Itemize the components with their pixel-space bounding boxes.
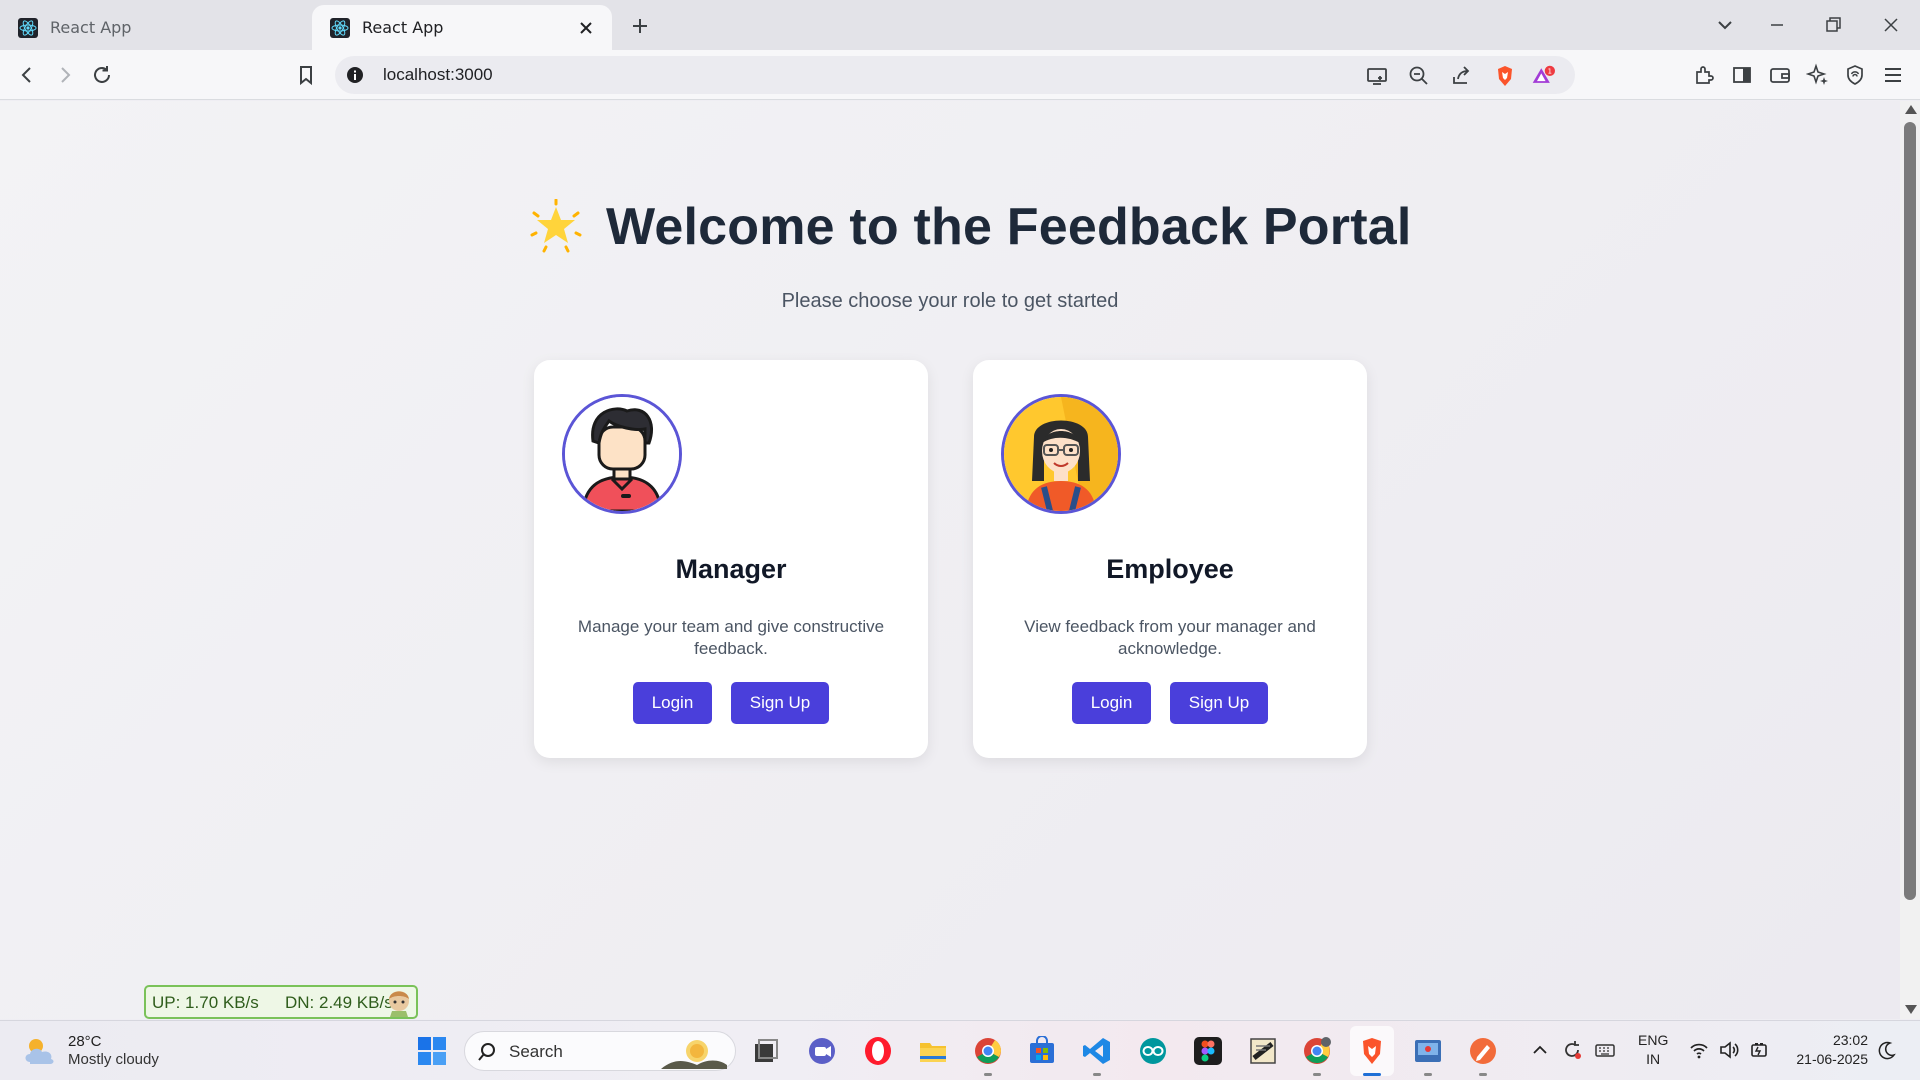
download-speed: DN: 2.49 KB/s <box>285 993 393 1012</box>
close-window-icon[interactable] <box>1880 14 1902 36</box>
certificate-app-icon[interactable] <box>1247 1035 1279 1067</box>
chrome-profile-icon[interactable] <box>1301 1035 1333 1067</box>
close-tab-icon[interactable] <box>576 18 596 38</box>
mascot-icon <box>382 987 416 1017</box>
share-icon[interactable] <box>1449 64 1473 88</box>
taskbar: 28°C Mostly cloudy Search ENG IN 23:02 2… <box>0 1020 1920 1080</box>
clock-date: 21-06-2025 <box>1796 1051 1868 1067</box>
net-speed-widget[interactable]: UP: 1.70 KB/s DN: 2.49 KB/s <box>144 985 418 1019</box>
tab-title: React App <box>362 18 444 37</box>
tab-title: React App <box>50 18 132 37</box>
running-indicator <box>1479 1073 1487 1076</box>
bookmark-icon[interactable] <box>294 63 318 87</box>
keyboard-icon[interactable] <box>1594 1039 1616 1061</box>
figma-icon[interactable] <box>1192 1035 1224 1067</box>
scrollbar-thumb[interactable] <box>1904 122 1916 900</box>
url-text[interactable]: localhost:3000 <box>383 65 493 85</box>
show-hidden-icons-chevron-icon[interactable] <box>1529 1039 1551 1061</box>
battery-icon[interactable] <box>1748 1039 1770 1061</box>
weather-widget[interactable]: 28°C Mostly cloudy <box>22 1033 159 1069</box>
store-icon[interactable] <box>1026 1035 1058 1067</box>
system-clock[interactable]: 23:02 21-06-2025 <box>1786 1031 1868 1069</box>
leo-ai-icon[interactable] <box>1806 63 1830 87</box>
browser-toolbar: localhost:3000 1 <box>0 50 1920 100</box>
extensions-icon[interactable] <box>1692 63 1716 87</box>
volume-icon[interactable] <box>1718 1039 1740 1061</box>
running-indicator <box>1093 1073 1101 1076</box>
running-indicator <box>1424 1073 1432 1076</box>
active-indicator <box>1363 1073 1381 1076</box>
search-icon <box>477 1042 497 1062</box>
brave-icon[interactable] <box>1350 1026 1394 1076</box>
tab-react-app-1[interactable]: React App <box>0 5 308 50</box>
zoom-out-icon[interactable] <box>1407 64 1431 88</box>
employee-description: View feedback from your manager and ackn… <box>1024 617 1316 658</box>
search-placeholder: Search <box>509 1042 563 1061</box>
brave-shields-icon[interactable] <box>1493 64 1517 88</box>
glowing-star-icon <box>528 199 584 255</box>
sketch-app-icon[interactable] <box>1467 1035 1499 1067</box>
language-code: ENG <box>1638 1032 1669 1048</box>
new-tab-icon[interactable] <box>628 14 652 38</box>
file-explorer-icon[interactable] <box>917 1035 949 1067</box>
wifi-icon[interactable] <box>1688 1039 1710 1061</box>
scroll-up-arrow-icon[interactable] <box>1905 105 1917 114</box>
search-highlight-icon <box>657 1035 727 1069</box>
employee-card: Employee View feedback from your manager… <box>973 360 1367 758</box>
wallet-icon[interactable] <box>1768 63 1792 87</box>
minimize-icon[interactable] <box>1766 14 1788 36</box>
forward-icon[interactable] <box>53 63 77 87</box>
task-view-icon[interactable] <box>750 1035 782 1067</box>
react-icon <box>330 17 350 38</box>
reload-icon[interactable] <box>90 63 114 87</box>
running-indicator <box>1313 1073 1321 1076</box>
manager-login-button[interactable]: Login <box>633 682 712 724</box>
start-icon[interactable] <box>416 1035 448 1067</box>
teams-icon[interactable] <box>806 1035 838 1067</box>
back-icon[interactable] <box>15 63 39 87</box>
sync-icon[interactable] <box>1561 1039 1583 1061</box>
region-code: IN <box>1646 1051 1661 1067</box>
tab-react-app-2[interactable]: React App <box>312 5 612 50</box>
cast-icon[interactable] <box>1365 64 1389 88</box>
cloudy-sun-icon <box>22 1034 58 1068</box>
manager-card: Manager Manage your team and give constr… <box>534 360 928 758</box>
weather-condition: Mostly cloudy <box>68 1051 159 1068</box>
menu-icon[interactable] <box>1881 63 1905 87</box>
screen-recorder-icon[interactable] <box>1412 1035 1444 1067</box>
vpn-shield-icon[interactable] <box>1843 63 1867 87</box>
brave-rewards-icon[interactable]: 1 <box>1531 64 1555 88</box>
opera-icon[interactable] <box>862 1035 894 1067</box>
page-heading: Welcome to the Feedback Portal <box>528 192 1411 262</box>
vscode-icon[interactable] <box>1081 1035 1113 1067</box>
employee-avatar <box>1001 394 1121 514</box>
site-info-icon[interactable] <box>345 65 365 85</box>
manager-signup-button[interactable]: Sign Up <box>731 682 829 724</box>
employee-login-button[interactable]: Login <box>1072 682 1151 724</box>
svg-text:1: 1 <box>1548 67 1552 75</box>
employee-role-title: Employee <box>1106 554 1234 584</box>
running-indicator <box>984 1073 992 1076</box>
react-icon <box>18 17 38 38</box>
employee-signup-button[interactable]: Sign Up <box>1170 682 1268 724</box>
page-title: Welcome to the Feedback Portal <box>606 198 1412 256</box>
manager-role-title: Manager <box>675 554 787 584</box>
clock-time: 23:02 <box>1832 1032 1868 1048</box>
manager-description: Manage your team and give constructive f… <box>577 617 885 658</box>
do-not-disturb-moon-icon[interactable] <box>1876 1039 1898 1061</box>
sidebar-icon[interactable] <box>1730 63 1754 87</box>
tab-search-chevron-icon[interactable] <box>1714 14 1736 36</box>
upload-speed: UP: 1.70 KB/s <box>152 993 259 1012</box>
weather-temperature: 28°C <box>68 1033 102 1050</box>
scroll-down-arrow-icon[interactable] <box>1905 1005 1917 1014</box>
restore-icon[interactable] <box>1822 14 1844 36</box>
address-bar[interactable]: localhost:3000 1 <box>335 56 1575 94</box>
page-subtitle: Please choose your role to get started <box>781 290 1119 312</box>
language-indicator[interactable]: ENG IN <box>1638 1031 1668 1069</box>
manager-avatar <box>562 394 682 514</box>
taskbar-search-box[interactable]: Search <box>464 1031 736 1071</box>
arduino-icon[interactable] <box>1137 1035 1169 1067</box>
tab-strip: React App React App <box>0 0 1920 50</box>
chrome-icon[interactable] <box>972 1035 1004 1067</box>
